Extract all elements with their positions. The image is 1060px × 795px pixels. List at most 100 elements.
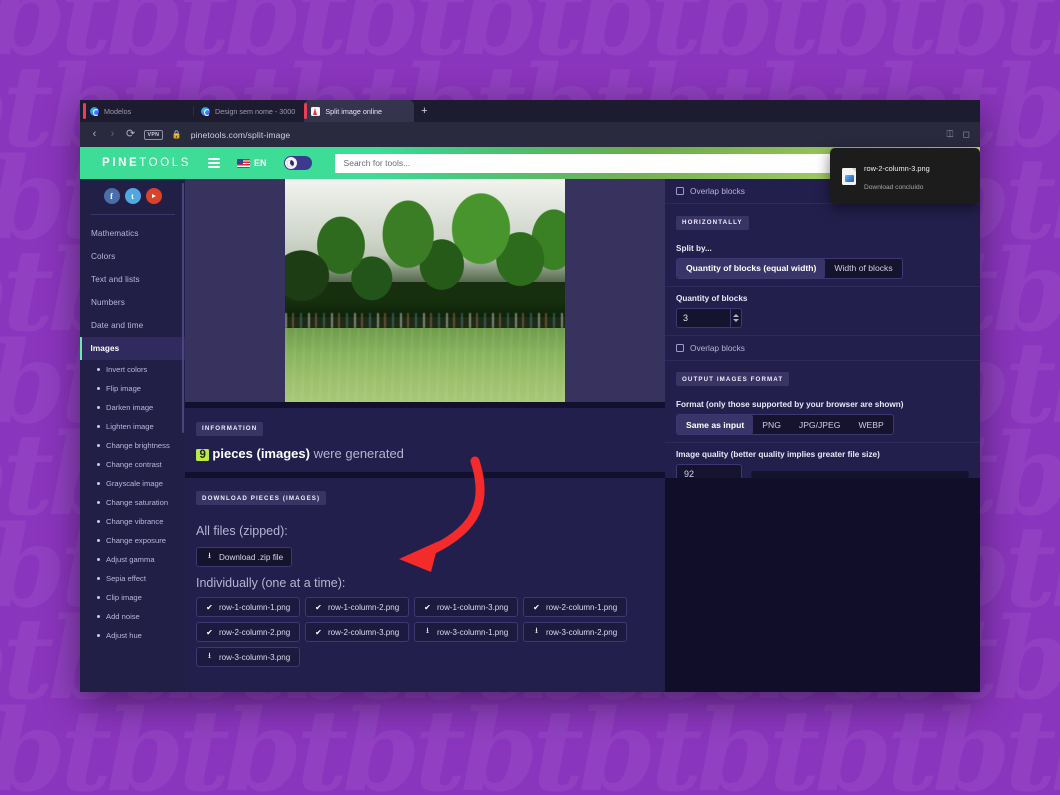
toast-filename: row-2-column-3.png bbox=[864, 164, 930, 173]
pinetools-page: PINETOOLS EN Search for tools... f t Mat… bbox=[80, 147, 980, 692]
dark-mode-toggle[interactable] bbox=[283, 156, 312, 170]
reload-icon[interactable]: ⟳ bbox=[126, 129, 135, 140]
sidebar-subitem-lighten-image[interactable]: Lighten image bbox=[80, 417, 185, 436]
sidebar-scrollbar[interactable] bbox=[181, 183, 184, 433]
image-preview-area bbox=[185, 179, 665, 402]
sidebar-subitem-flip-image[interactable]: Flip image bbox=[80, 379, 185, 398]
options-panel-filler bbox=[665, 478, 980, 692]
sidebar-subitem-grayscale-image[interactable]: Grayscale image bbox=[80, 474, 185, 493]
sidebar-subitem-change-contrast[interactable]: Change contrast bbox=[80, 455, 185, 474]
sidebar-item-colors[interactable]: Colors bbox=[80, 245, 185, 268]
image-quality-label: Image quality (better quality implies gr… bbox=[676, 450, 880, 459]
quantity-stepper[interactable]: 3 bbox=[676, 307, 742, 328]
moon-icon bbox=[284, 157, 297, 169]
file-button-row-3-column-2[interactable]: ⭳ row-3-column-2.png bbox=[523, 622, 627, 642]
stepper-down-icon[interactable] bbox=[733, 318, 739, 322]
bullet-icon bbox=[97, 406, 100, 409]
file-button-row-2-column-2[interactable]: ✔ row-2-column-2.png bbox=[196, 622, 300, 642]
split-by-option-width[interactable]: Width of blocks bbox=[825, 259, 901, 278]
browser-tab-2[interactable]: Split image online bbox=[304, 100, 415, 122]
park-photo bbox=[285, 179, 565, 402]
address-input[interactable]: pinetools.com/split-image bbox=[191, 130, 290, 140]
sidebar-subitem-change-exposure[interactable]: Change exposure bbox=[80, 531, 185, 550]
browser-tab-0[interactable]: Modelos bbox=[83, 100, 193, 122]
sidebar-item-numbers[interactable]: Numbers bbox=[80, 291, 185, 314]
file-button-row-3-column-3[interactable]: ⭳ row-3-column-3.png bbox=[196, 647, 300, 667]
horizontal-overlap-blocks-checkbox[interactable]: Overlap blocks bbox=[665, 336, 980, 361]
pinetools-logo[interactable]: PINETOOLS bbox=[102, 157, 191, 169]
options-panel: Overlap blocks HORIZONTALLY Split by... … bbox=[665, 179, 980, 692]
lock-icon: 🔒 bbox=[171, 130, 182, 139]
sidebar-item-date-and-time[interactable]: Date and time bbox=[80, 314, 185, 337]
download-icon: ⭳ bbox=[208, 551, 211, 560]
language-selector[interactable]: EN bbox=[237, 158, 267, 168]
format-option-png[interactable]: PNG bbox=[753, 415, 790, 434]
split-by-option-quantity[interactable]: Quantity of blocks (equal width) bbox=[677, 258, 826, 278]
sidebar-subitem-adjust-hue[interactable]: Adjust hue bbox=[80, 626, 185, 645]
stepper-up-icon[interactable] bbox=[733, 313, 739, 317]
file-name: row-3-column-2.png bbox=[546, 627, 618, 637]
twitter-icon[interactable]: t bbox=[124, 188, 141, 204]
check-icon: ✔ bbox=[424, 602, 431, 612]
sidebar-item-text-and-lists[interactable]: Text and lists bbox=[80, 268, 185, 291]
download-zip-button[interactable]: ⭳ Download .zip file bbox=[196, 547, 293, 567]
pinetools-icon bbox=[311, 106, 321, 116]
search-input[interactable]: Search for tools... bbox=[334, 153, 851, 173]
check-icon: ✔ bbox=[206, 627, 213, 637]
bullet-icon bbox=[97, 558, 100, 561]
quality-slider[interactable] bbox=[751, 470, 969, 478]
file-button-row-3-column-1[interactable]: ⭳ row-3-column-1.png bbox=[414, 622, 518, 642]
sidebar-item-mathematics[interactable]: Mathematics bbox=[80, 222, 185, 245]
sidebar-subitem-darken-image[interactable]: Darken image bbox=[80, 398, 185, 417]
sidebar-subitem-adjust-gamma[interactable]: Adjust gamma bbox=[80, 550, 185, 569]
format-option-jpg[interactable]: JPG/JPEG bbox=[790, 415, 850, 434]
sidebar-item-images[interactable]: Images bbox=[80, 337, 185, 360]
main-content: INFORMATION 9 pieces (images) were genera… bbox=[185, 179, 665, 692]
youtube-icon[interactable] bbox=[145, 188, 162, 204]
format-segmented-control[interactable]: Same as input PNG JPG/JPEG WEBP bbox=[676, 414, 894, 435]
sidebar-subitem-add-noise[interactable]: Add noise bbox=[80, 607, 185, 626]
sidebar-subitem-change-saturation[interactable]: Change saturation bbox=[80, 493, 185, 512]
image-file-icon bbox=[842, 167, 856, 185]
split-by-row: Split by... Quantity of blocks (equal wi… bbox=[665, 237, 980, 287]
tab-title: Design sem nome - 3000 bbox=[215, 106, 296, 116]
quantity-of-blocks-label: Quantity of blocks bbox=[676, 293, 748, 303]
sidebar-subitem-label: Sepia effect bbox=[106, 574, 146, 583]
sidebar-subitem-invert-colors[interactable]: Invert colors bbox=[80, 360, 185, 379]
share-icon[interactable]: ⎅ bbox=[946, 129, 953, 140]
sidebar-subitem-sepia-effect[interactable]: Sepia effect bbox=[80, 569, 185, 588]
download-badge: DOWNLOAD PIECES (IMAGES) bbox=[196, 491, 327, 505]
download-notification-toast[interactable]: row-2-column-3.png Download concluído bbox=[830, 148, 980, 204]
file-button-row-1-column-2[interactable]: ✔ row-1-column-2.png bbox=[305, 597, 409, 617]
page-columns: f t Mathematics Colors Text and lists Nu… bbox=[80, 179, 980, 692]
forward-icon[interactable]: › bbox=[108, 129, 117, 140]
file-button-row-2-column-3[interactable]: ✔ row-2-column-3.png bbox=[305, 622, 409, 642]
quantity-value[interactable]: 3 bbox=[677, 309, 730, 327]
hamburger-menu-icon[interactable] bbox=[208, 157, 221, 169]
sidebar-subitem-label: Change exposure bbox=[106, 536, 166, 545]
sidebar-subitem-change-vibrance[interactable]: Change vibrance bbox=[80, 512, 185, 531]
sidebar-subitem-label: Grayscale image bbox=[106, 479, 163, 488]
format-option-same-as-input[interactable]: Same as input bbox=[677, 415, 754, 434]
pieces-label: pieces (images) bbox=[212, 445, 310, 461]
new-tab-button[interactable]: + bbox=[414, 100, 434, 122]
browser-window: Modelos Design sem nome - 3000 Split ima… bbox=[80, 100, 980, 692]
sidebar-subitem-change-brightness[interactable]: Change brightness bbox=[80, 436, 185, 455]
split-by-segmented-control[interactable]: Quantity of blocks (equal width) Width o… bbox=[676, 257, 903, 279]
check-icon: ✔ bbox=[533, 602, 540, 612]
checkbox-icon bbox=[676, 187, 684, 195]
stepper-arrows[interactable] bbox=[730, 308, 741, 327]
format-option-webp[interactable]: WEBP bbox=[849, 415, 892, 434]
file-button-row-1-column-1[interactable]: ✔ row-1-column-1.png bbox=[196, 597, 300, 617]
extension-icon[interactable]: ◻ bbox=[963, 129, 970, 140]
logo-pine: PINE bbox=[102, 157, 140, 169]
browser-tab-1[interactable]: Design sem nome - 3000 bbox=[194, 100, 304, 122]
vpn-badge[interactable]: VPN bbox=[144, 129, 163, 140]
file-name: row-2-column-2.png bbox=[219, 627, 291, 637]
back-icon[interactable]: ‹ bbox=[90, 129, 99, 140]
file-button-row-2-column-1[interactable]: ✔ row-2-column-1.png bbox=[523, 597, 627, 617]
sidebar-subitem-clip-image[interactable]: Clip image bbox=[80, 588, 185, 607]
facebook-icon[interactable]: f bbox=[103, 188, 120, 204]
quantity-of-blocks-row: Quantity of blocks 3 bbox=[665, 287, 980, 336]
file-button-row-1-column-3[interactable]: ✔ row-1-column-3.png bbox=[414, 597, 518, 617]
